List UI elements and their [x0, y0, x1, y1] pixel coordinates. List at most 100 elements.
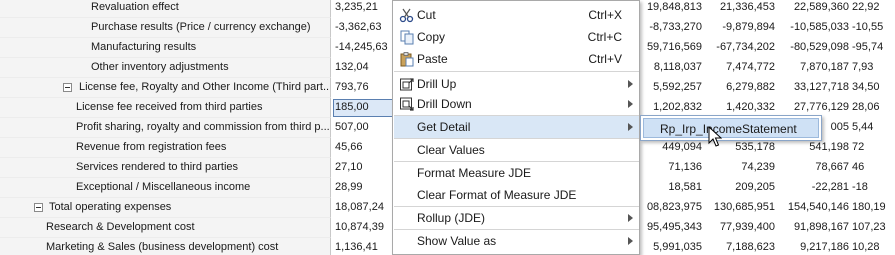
value-cell[interactable]: -67,734,202 [704, 41, 775, 53]
value-cell[interactable]: 10,874,39 [331, 221, 394, 233]
row-label-cell[interactable]: Purchase results (Price / currency excha… [0, 18, 331, 38]
value-cell[interactable]: 19,848,813 [640, 1, 702, 13]
menu-item-clear-values[interactable]: Clear Values [394, 139, 639, 161]
value-cell[interactable]: 77,939,400 [704, 221, 775, 233]
row-label-cell[interactable]: Total operating expenses [0, 198, 331, 218]
value-cell[interactable]: -3,362,63 [331, 21, 394, 33]
menu-item-label: Copy [417, 30, 446, 44]
row-label: Services rendered to third parties [76, 161, 239, 173]
submenu-item-income-statement[interactable]: Rp_Irp_IncomeStatement [643, 118, 819, 138]
value-cell[interactable]: 91,898,167 [777, 221, 849, 233]
value-cell[interactable]: 59,716,569 [640, 41, 702, 53]
menu-item-drill-up[interactable]: Drill Up [394, 73, 639, 95]
value-cell[interactable]: 507,00 [331, 121, 394, 133]
shortcut-text: Ctrl+C [587, 30, 622, 44]
value-cell[interactable]: 21,336,453 [704, 1, 775, 13]
value-cell[interactable]: 6,279,882 [704, 81, 775, 93]
row-label-cell[interactable]: License fee, Royalty and Other Income (T… [0, 78, 331, 98]
menu-item-drill-down[interactable]: Drill Down [394, 93, 639, 115]
menu-item-format-measure[interactable]: Format Measure JDE [394, 162, 639, 184]
value-cell[interactable]: 7,474,772 [704, 61, 775, 73]
value-cell[interactable]: -9,879,894 [704, 21, 775, 33]
value-cell[interactable]: 34,50 [850, 81, 895, 93]
row-label-cell[interactable]: Marketing & Sales (business development)… [0, 238, 331, 255]
row-label-cell[interactable]: Other inventory adjustments [0, 58, 331, 78]
mouse-pointer-icon [708, 126, 722, 147]
value-cell[interactable]: 5,991,035 [640, 241, 702, 253]
value-cell[interactable]: 33,127,718 [777, 81, 849, 93]
value-cell[interactable]: 27,776,129 [777, 101, 849, 113]
value-cell[interactable]: 9,217,186 [777, 241, 849, 253]
value-cell[interactable]: 107,23 [850, 221, 895, 233]
row-label-cell[interactable]: Exceptional / Miscellaneous income [0, 178, 331, 198]
value-cell[interactable]: 18,087,24 [331, 201, 394, 213]
value-cell[interactable]: 5,44 [850, 121, 895, 133]
collapse-toggle-icon[interactable] [63, 83, 72, 92]
value-cell[interactable]: 45,66 [331, 141, 394, 153]
menu-item-rollup[interactable]: Rollup (JDE) [394, 207, 639, 229]
row-label-cell[interactable]: Revenue from registration fees [0, 138, 331, 158]
value-cell[interactable]: -22,281 [777, 181, 849, 193]
row-label: Marketing & Sales (business development)… [46, 241, 279, 253]
submenu-arrow-icon [628, 214, 633, 222]
row-label-cell[interactable]: Manufacturing results [0, 38, 331, 58]
value-cell[interactable]: 180,19 [850, 201, 895, 213]
value-cell[interactable]: -8,733,270 [640, 21, 702, 33]
value-cell[interactable]: 46 [850, 161, 895, 173]
menu-item-get-detail[interactable]: Get Detail [394, 116, 639, 138]
value-cell[interactable]: 154,540,146 [777, 201, 849, 213]
row-label-cell[interactable]: Profit sharing, royalty and commission f… [0, 118, 331, 138]
row-label-cell[interactable]: Research & Development cost [0, 218, 331, 238]
value-cell[interactable]: 7,870,187 [777, 61, 849, 73]
value-cell[interactable]: 1,420,332 [704, 101, 775, 113]
value-cell[interactable]: 7,188,623 [704, 241, 775, 253]
value-cell[interactable]: 793,76 [331, 81, 394, 93]
value-cell[interactable]: 74,239 [704, 161, 775, 173]
value-cell[interactable]: 10,28 [850, 241, 895, 253]
value-cell[interactable]: -80,529,098 [777, 41, 849, 53]
row-label-cell[interactable]: License fee received from third parties [0, 98, 331, 118]
value-cell[interactable]: 08,823,975 [640, 201, 702, 213]
paste-icon [400, 52, 414, 67]
submenu-item-label: Rp_Irp_IncomeStatement [660, 122, 797, 136]
value-cell[interactable]: 8,118,037 [640, 61, 702, 73]
row-label-cell[interactable]: Services rendered to third parties [0, 158, 331, 178]
value-cell[interactable]: 130,685,951 [704, 201, 775, 213]
value-cell[interactable]: 22,92 [850, 1, 895, 13]
value-cell[interactable]: 3,235,21 [331, 1, 394, 13]
value-cell[interactable]: 5,592,257 [640, 81, 702, 93]
menu-item-copy[interactable]: Copy Ctrl+C [394, 26, 639, 48]
value-cell[interactable]: 132,04 [331, 61, 394, 73]
value-cell[interactable]: 71,136 [640, 161, 702, 173]
collapse-toggle-icon[interactable] [34, 203, 43, 212]
value-cell[interactable]: 1,136,41 [331, 241, 394, 253]
value-cell[interactable]: 28,06 [850, 101, 895, 113]
value-cell[interactable]: -10,55 [850, 21, 895, 33]
value-cell[interactable]: 209,205 [704, 181, 775, 193]
row-label: License fee received from third parties [76, 101, 263, 113]
value-cell[interactable]: 18,581 [640, 181, 702, 193]
value-cell[interactable]: 1,202,832 [640, 101, 702, 113]
menu-item-show-value-as[interactable]: Show Value as [394, 230, 639, 252]
value-cell[interactable]: 78,667 [777, 161, 849, 173]
value-cell[interactable]: -14,245,63 [331, 41, 394, 53]
value-cell[interactable]: -18 [850, 181, 895, 193]
row-label: Other inventory adjustments [91, 61, 229, 73]
menu-item-cut[interactable]: Cut Ctrl+X [394, 4, 639, 26]
menu-item-paste[interactable]: Paste Ctrl+V [394, 48, 639, 70]
selected-value-cell[interactable]: 185,00 [331, 101, 394, 113]
row-label-cell[interactable]: Revaluation effect [0, 0, 331, 18]
value-cell[interactable]: -95,74 [850, 41, 895, 53]
value-cell[interactable]: 7,93 [850, 61, 895, 73]
menu-item-clear-format[interactable]: Clear Format of Measure JDE [394, 184, 639, 206]
value-cell[interactable]: 541,198 [777, 141, 849, 153]
value-cell[interactable]: 27,10 [331, 161, 394, 173]
value-cell[interactable]: -10,585,033 [777, 21, 849, 33]
value-cell[interactable]: 449,094 [640, 141, 702, 153]
value-cell[interactable]: 28,99 [331, 181, 394, 193]
row-label: Total operating expenses [49, 201, 172, 213]
value-cell[interactable]: 22,589,360 [777, 1, 849, 13]
value-cell[interactable]: 72 [850, 141, 895, 153]
value-cell[interactable]: 95,495,343 [640, 221, 702, 233]
submenu-arrow-icon [628, 237, 633, 245]
